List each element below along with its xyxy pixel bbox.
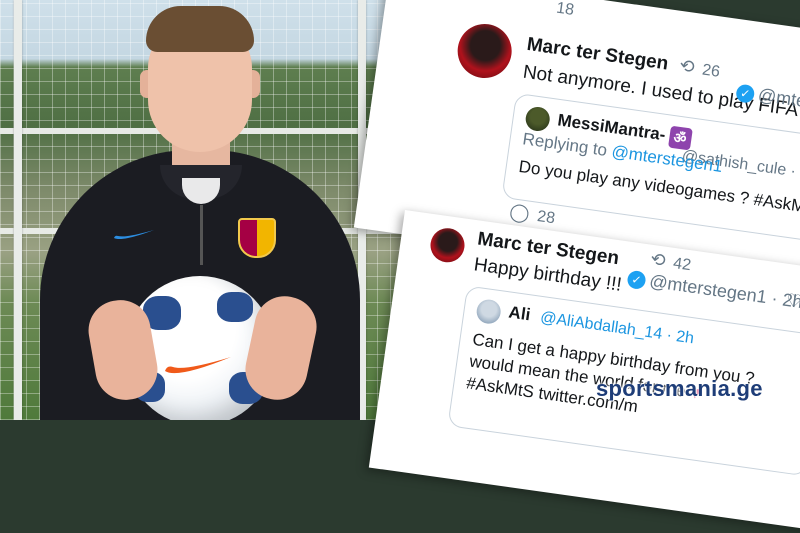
author-handle-row: ✓@mterstegen1 · 2h — [622, 267, 800, 313]
author-handle[interactable]: @mterstegen1 · 2h — [648, 271, 800, 312]
retweet-icon: ⟲ — [678, 55, 696, 78]
retweet-count: 42 — [672, 254, 693, 275]
verified-badge-icon: ✓ — [626, 269, 647, 291]
prev-tweet-stat: 18 — [555, 0, 576, 19]
like-stat[interactable]: ♡5 — [785, 290, 800, 315]
quoted-avatar[interactable] — [475, 298, 503, 326]
ball-patch — [217, 292, 253, 322]
nike-logo-icon — [112, 228, 156, 242]
hair — [146, 6, 254, 52]
quoted-avatar[interactable] — [524, 105, 552, 133]
zipper — [200, 205, 203, 265]
retweet-icon: ⟲ — [649, 248, 667, 271]
avatar[interactable] — [428, 226, 467, 265]
nike-ball-logo-icon — [163, 355, 233, 375]
retweet-stat[interactable]: ⟲ 26 — [678, 55, 721, 81]
verified-badge-icon: ✓ — [735, 83, 756, 105]
avatar[interactable] — [454, 20, 516, 82]
like-icon: ♡ — [784, 290, 800, 313]
watermark: sportsmania.ge — [596, 376, 763, 401]
reply-count: 28 — [536, 207, 557, 228]
retweet-count: 26 — [701, 61, 722, 81]
quoted-author-name[interactable]: Ali — [507, 303, 532, 326]
reply-stat[interactable]: ◯ 28 — [508, 201, 556, 228]
club-crest-icon — [238, 218, 276, 258]
om-symbol-icon: ॐ — [667, 125, 693, 151]
tweet-card[interactable]: ⟲ 42 Marc ter Stegen Happy birthday !!! ✓… — [368, 210, 800, 533]
reply-icon: ◯ — [508, 201, 531, 224]
